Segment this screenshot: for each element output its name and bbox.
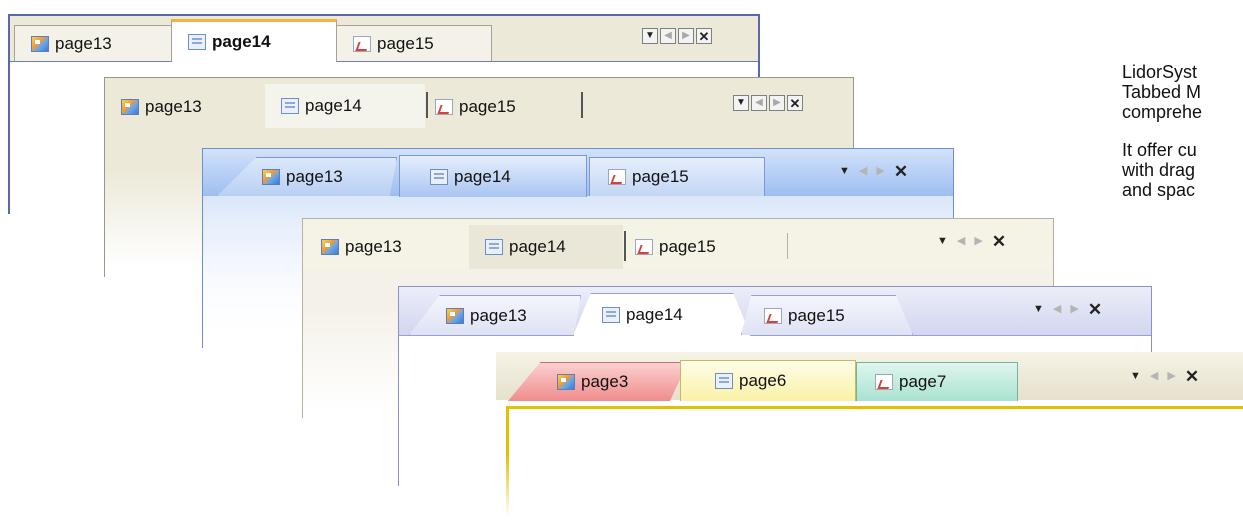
scroll-left-icon[interactable]: ◀ xyxy=(859,166,867,177)
tab-page14[interactable]: page14 xyxy=(171,19,337,62)
tab-label: page13 xyxy=(470,305,527,325)
tab-page14[interactable]: page14 xyxy=(399,155,587,197)
close-icon[interactable]: ✕ xyxy=(787,95,803,111)
document-icon xyxy=(430,168,448,185)
tab-label: page13 xyxy=(345,237,402,256)
close-icon[interactable]: ✕ xyxy=(696,28,712,44)
dropdown-icon[interactable]: ▼ xyxy=(642,28,658,44)
content-area xyxy=(506,406,1243,522)
pdf-icon xyxy=(435,99,453,115)
tab-separator xyxy=(426,92,428,118)
document-icon xyxy=(281,98,299,114)
tab-label: page15 xyxy=(659,237,716,256)
close-icon[interactable]: ✕ xyxy=(894,163,908,180)
tab-label: page14 xyxy=(509,237,566,256)
dropdown-icon[interactable]: ▼ xyxy=(937,236,948,247)
document-icon xyxy=(602,307,620,323)
scroll-right-icon[interactable]: ▶ xyxy=(1167,371,1175,382)
description-line: with drag xyxy=(1122,160,1196,180)
tab-label: page7 xyxy=(899,372,947,391)
tab-page13[interactable]: page13 xyxy=(14,25,176,61)
image-icon xyxy=(321,239,339,255)
tab-page7[interactable]: page7 xyxy=(856,362,1018,401)
scroll-right-icon[interactable]: ▶ xyxy=(678,28,694,44)
tab-label: page15 xyxy=(632,167,689,186)
scroll-left-icon[interactable]: ◀ xyxy=(957,236,965,247)
close-icon[interactable]: ✕ xyxy=(1185,368,1199,385)
tab-separator xyxy=(624,231,626,261)
tab-page15[interactable]: page15 xyxy=(429,87,579,127)
tab-label: page3 xyxy=(581,372,629,391)
image-icon xyxy=(31,35,49,52)
scroll-left-icon[interactable]: ◀ xyxy=(660,28,676,44)
description-line: comprehe xyxy=(1122,102,1203,122)
tab-label: page14 xyxy=(305,96,362,115)
tab-page15[interactable]: page15 xyxy=(741,295,913,335)
dropdown-icon[interactable]: ▼ xyxy=(733,95,749,111)
tab-label: page14 xyxy=(454,166,511,186)
image-icon xyxy=(557,374,575,390)
description-line: and spac xyxy=(1122,180,1196,200)
pdf-icon xyxy=(764,307,782,324)
description: LidorSyst Tabbed M comprehe It offer cu … xyxy=(1122,62,1202,218)
tab-label: page15 xyxy=(377,33,434,53)
close-icon[interactable]: ✕ xyxy=(992,233,1006,250)
document-icon xyxy=(485,239,503,255)
image-icon xyxy=(446,307,464,324)
tab-page15[interactable]: page15 xyxy=(589,157,765,196)
description-line: It offer cu xyxy=(1122,140,1197,160)
scroll-right-icon[interactable]: ▶ xyxy=(769,95,785,111)
tab-page14[interactable]: page14 xyxy=(265,84,425,128)
tab-panel-colored: page3 page6 page7 ▼ ◀ ▶ ✕ xyxy=(496,352,1243,522)
description-line: LidorSyst xyxy=(1122,62,1198,82)
image-icon xyxy=(262,169,280,185)
image-icon xyxy=(121,99,139,115)
scroll-left-icon[interactable]: ◀ xyxy=(751,95,767,111)
tab-page14[interactable]: page14 xyxy=(469,225,623,269)
close-icon[interactable]: ✕ xyxy=(1088,301,1102,318)
tab-label: page13 xyxy=(55,33,112,53)
pdf-icon xyxy=(875,374,893,390)
tab-page15[interactable]: page15 xyxy=(627,227,783,267)
tab-label: page14 xyxy=(212,32,271,51)
scroll-left-icon[interactable]: ◀ xyxy=(1053,304,1061,315)
dropdown-icon[interactable]: ▼ xyxy=(839,166,850,177)
tab-separator xyxy=(581,92,583,118)
tab-label: page13 xyxy=(145,97,202,116)
tab-label: page6 xyxy=(739,371,787,390)
tab-separator xyxy=(787,233,788,259)
tab-label: page15 xyxy=(788,305,845,325)
scroll-left-icon[interactable]: ◀ xyxy=(1150,371,1158,382)
pdf-icon xyxy=(353,35,371,52)
tab-label: page13 xyxy=(286,167,343,186)
pdf-icon xyxy=(608,169,626,185)
document-icon xyxy=(188,34,206,50)
tab-label: page14 xyxy=(626,305,683,324)
description-line: Tabbed M xyxy=(1122,82,1202,102)
pdf-icon xyxy=(635,239,653,255)
tab-page13[interactable]: page13 xyxy=(305,227,467,267)
tab-label: page15 xyxy=(459,97,516,116)
scroll-right-icon[interactable]: ▶ xyxy=(876,166,884,177)
tab-page15[interactable]: page15 xyxy=(336,25,492,61)
scroll-right-icon[interactable]: ▶ xyxy=(974,236,982,247)
tab-page6[interactable]: page6 xyxy=(680,360,856,401)
dropdown-icon[interactable]: ▼ xyxy=(1033,304,1044,315)
tab-page14[interactable]: page14 xyxy=(573,293,751,336)
scroll-right-icon[interactable]: ▶ xyxy=(1070,304,1078,315)
tab-page13[interactable]: page13 xyxy=(107,87,265,127)
document-icon xyxy=(715,373,733,389)
dropdown-icon[interactable]: ▼ xyxy=(1130,371,1141,382)
